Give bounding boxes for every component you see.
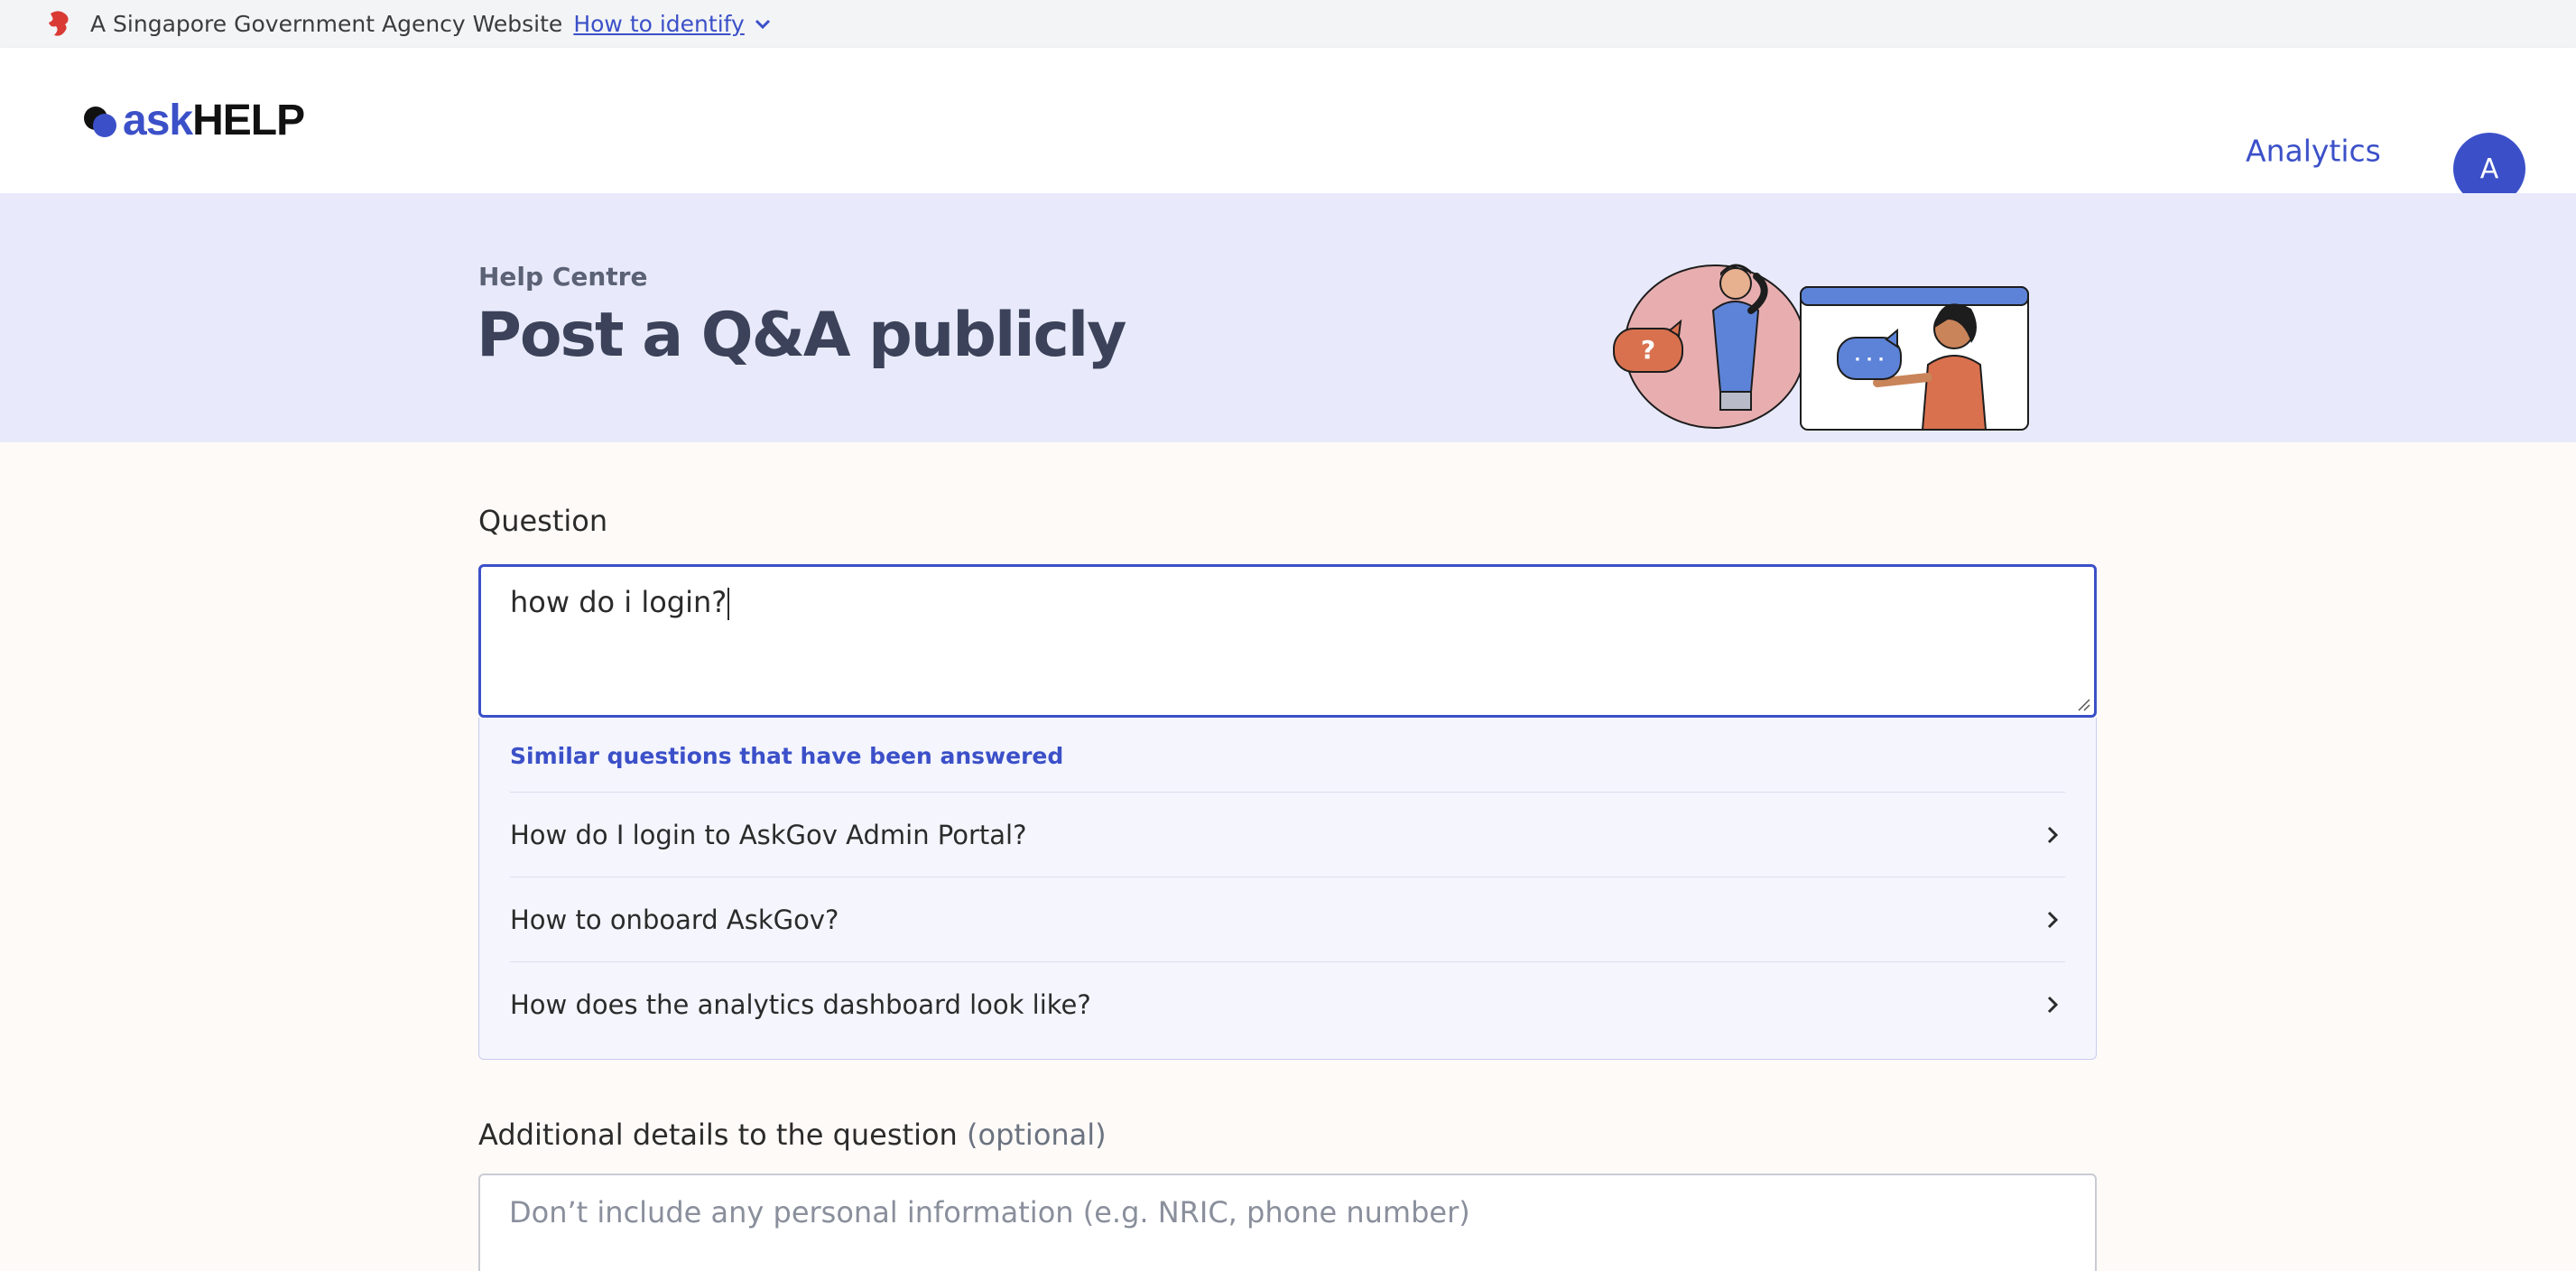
chevron-right-icon: [2047, 996, 2059, 1013]
similar-question-text: How does the analytics dashboard look li…: [510, 988, 1091, 1020]
question-bubble-text: ?: [1641, 335, 1655, 365]
additional-details-label-text: Additional details to the question: [478, 1118, 958, 1152]
chevron-right-icon: [2047, 911, 2059, 928]
how-to-identify-link[interactable]: How to identify: [573, 11, 744, 37]
askhelp-logo[interactable]: ask HELP: [81, 93, 305, 147]
analytics-link[interactable]: Analytics: [2246, 134, 2381, 169]
dots-bubble-text: · · ·: [1854, 350, 1884, 369]
resize-handle-icon[interactable]: [2076, 697, 2090, 711]
hero-illustration: ? · · ·: [1613, 264, 2029, 431]
similar-questions-panel: Similar questions that have been answere…: [478, 718, 2097, 1060]
government-masthead: A Singapore Government Agency Website Ho…: [0, 0, 2576, 48]
breadcrumb-help-centre: Help Centre: [478, 262, 648, 292]
logo-help-text: HELP: [192, 96, 305, 144]
optional-hint: (optional): [967, 1118, 1107, 1152]
singapore-lion-icon: [49, 10, 69, 36]
additional-details-placeholder: Don’t include any personal information (…: [509, 1195, 1470, 1229]
similar-question-item[interactable]: How does the analytics dashboard look li…: [510, 961, 2065, 1046]
similar-question-text: How do I login to AskGov Admin Portal?: [510, 819, 1027, 850]
masthead-text: A Singapore Government Agency Website: [90, 11, 563, 37]
chevron-down-icon[interactable]: [754, 18, 772, 31]
text-caret: [727, 588, 730, 620]
similar-question-item[interactable]: How to onboard AskGov?: [510, 877, 2065, 961]
similar-questions-heading: Similar questions that have been answere…: [510, 743, 1064, 769]
logo-mark-icon: [84, 107, 116, 137]
avatar-initial: A: [2479, 153, 2499, 185]
question-textarea[interactable]: how do i login?: [478, 564, 2097, 718]
question-label: Question: [478, 504, 608, 538]
similar-question-item[interactable]: How do I login to AskGov Admin Portal?: [510, 792, 2065, 877]
chevron-right-icon: [2047, 826, 2059, 843]
additional-details-label: Additional details to the question (opti…: [478, 1118, 1107, 1152]
question-value: how do i login?: [510, 585, 727, 619]
logo-ask-text: ask: [123, 96, 193, 144]
page-hero: Help Centre Post a Q&A publicly ? · · ·: [0, 193, 2576, 442]
additional-details-textarea[interactable]: Don’t include any personal information (…: [478, 1174, 2097, 1271]
top-navbar: ask HELP Analytics A: [0, 48, 2576, 205]
similar-question-text: How to onboard AskGov?: [510, 904, 839, 935]
page-title: Post a Q&A publicly: [477, 300, 1126, 371]
